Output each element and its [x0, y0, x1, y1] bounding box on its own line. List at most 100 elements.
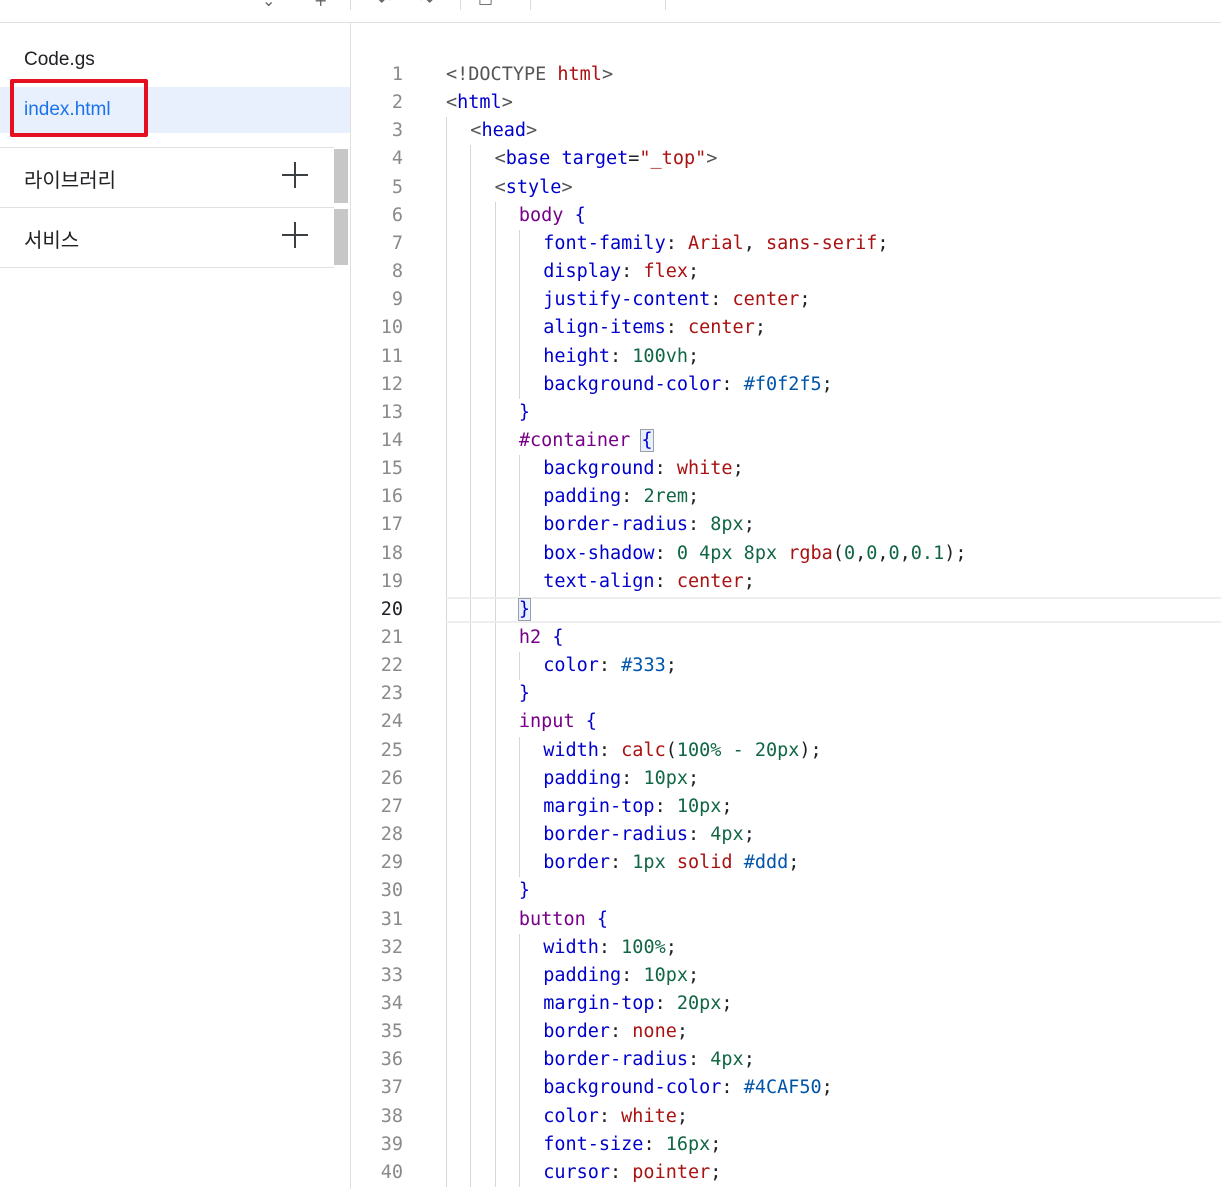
code-token: 2rem [643, 486, 688, 508]
code-text: input { [519, 708, 597, 736]
code-text: <base target="_top"> [495, 145, 718, 173]
add-service-icon[interactable] [282, 222, 308, 248]
services-label: 서비스 [24, 228, 80, 252]
line-number: 28 [380, 824, 403, 846]
code-line: 25 width: calc(100% - 20px); [351, 737, 1221, 765]
code-token: 100% [621, 936, 666, 958]
code-text: padding: 10px; [543, 765, 699, 793]
code-token: 20px [676, 992, 722, 1014]
code-token: #4CAF50 [743, 1077, 822, 1099]
code-token: text-align [543, 570, 655, 592]
code-line: 7 font-family: Arial, sans-serif; [351, 230, 1221, 258]
code-token: white [621, 1105, 677, 1127]
code-token: > [561, 176, 573, 198]
save-icon[interactable]: ▭ [478, 0, 493, 10]
line-number: 3 [391, 120, 403, 142]
code-token: { [574, 204, 586, 226]
line-number: 32 [380, 936, 403, 958]
code-token: ; [754, 317, 766, 339]
code-token: 0.1 [910, 542, 945, 564]
code-editor[interactable]: 1 <!DOCTYPE html> 2 <html> 3 <head> 4 <base tar… [351, 23, 1221, 1189]
code-text: height: 100vh; [543, 343, 699, 371]
add-library-icon[interactable] [282, 162, 308, 188]
code-text: text-align: center; [543, 568, 755, 596]
code-token: 0 [843, 542, 856, 564]
code-token: flex [643, 261, 688, 283]
code-text: <html> [446, 89, 513, 117]
code-token: ; [710, 1133, 722, 1155]
code-token: : [687, 1049, 711, 1071]
add-file-icon[interactable]: + [314, 0, 327, 10]
file-name: Code.gs [24, 49, 95, 70]
code-token: : [598, 739, 622, 761]
code-text: cursor: pointer; [543, 1159, 721, 1187]
redo-icon[interactable]: ↷ [420, 0, 433, 10]
line-number: 39 [380, 1133, 403, 1155]
code-token: 0 4px 8px [676, 542, 789, 564]
code-token: width [543, 739, 599, 761]
line-number: 8 [391, 261, 403, 283]
code-line: 12 background-color: #f0f2f5; [351, 371, 1221, 399]
code-token: Arial [688, 232, 744, 254]
line-number: 24 [380, 711, 403, 733]
code-token: base [505, 148, 551, 170]
line-number: 4 [391, 148, 403, 170]
code-token: margin-top [543, 795, 655, 817]
code-token: 100% - 20px [676, 739, 800, 761]
toolbar-divider [460, 0, 461, 10]
line-number: 37 [380, 1077, 403, 1099]
divider [0, 267, 334, 268]
code-token: width [543, 936, 599, 958]
code-token: background-color [543, 1077, 722, 1099]
code-token: : [654, 570, 677, 592]
line-number: 13 [380, 401, 403, 423]
code-line: 34 margin-top: 20px; [351, 990, 1221, 1018]
code-token: 100vh [632, 345, 688, 367]
code-token: : [654, 458, 677, 480]
code-token: > [601, 64, 614, 85]
line-number: 10 [380, 317, 403, 339]
code-token: ; [743, 514, 755, 536]
scrollbar-thumb[interactable] [334, 209, 348, 265]
code-line: 18 box-shadow: 0 4px 8px rgba(0,0,0,0.1); [351, 540, 1221, 568]
code-token: padding [543, 767, 622, 789]
line-number: 19 [380, 570, 403, 592]
file-item-code-gs[interactable]: Code.gs [0, 37, 350, 83]
code-token: : [665, 232, 688, 254]
code-text: box-shadow: 0 4px 8px rgba(0,0,0,0.1); [543, 540, 966, 568]
code-token: h2 [518, 627, 542, 648]
code-text: border-radius: 8px; [543, 511, 755, 539]
code-token: 0 [888, 542, 900, 564]
code-token: } [518, 683, 531, 705]
code-token: < [494, 148, 506, 170]
code-line: 27 margin-top: 10px; [351, 793, 1221, 821]
code-token: ; [821, 373, 833, 395]
code-token: #f0f2f5 [743, 373, 822, 395]
code-token: ; [676, 1021, 688, 1043]
code-text: display: flex; [543, 258, 699, 286]
code-token: ( [665, 739, 677, 761]
code-token: : [598, 655, 622, 677]
code-token: ; [688, 767, 700, 789]
code-line: 29 border: 1px solid #ddd; [351, 849, 1221, 877]
code-token: > [706, 148, 718, 170]
code-text: font-size: 16px; [543, 1131, 721, 1159]
code-token: : [721, 373, 744, 395]
code-text: background-color: #4CAF50; [543, 1074, 833, 1102]
code-token: ; [688, 486, 700, 508]
code-token: = [628, 148, 640, 170]
code-token: 10px [643, 767, 688, 789]
libraries-label: 라이브러리 [24, 168, 116, 192]
code-token: 1px [632, 852, 677, 874]
undo-icon[interactable]: ↶ [378, 0, 391, 10]
code-token: ; [665, 655, 677, 677]
code-token: ; [665, 936, 677, 958]
code-text: margin-top: 20px; [543, 990, 732, 1018]
code-line: 20} [351, 596, 1221, 624]
code-token: ; [721, 795, 733, 817]
code-line: 31 button { [351, 906, 1221, 934]
scrollbar-thumb[interactable] [334, 149, 348, 203]
sort-icon[interactable]: ⌄ [262, 0, 275, 10]
